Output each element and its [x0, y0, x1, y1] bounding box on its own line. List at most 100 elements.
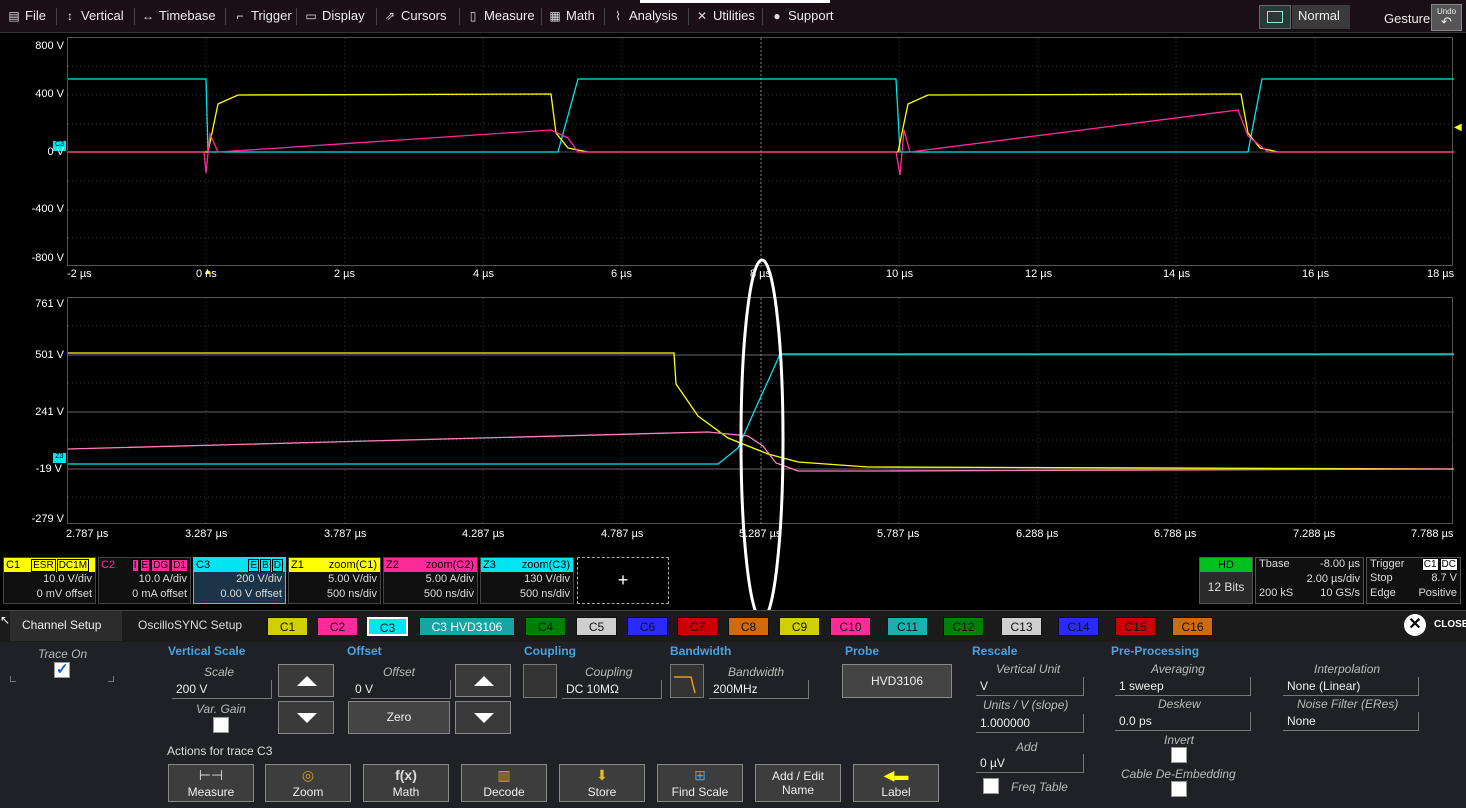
descriptor-c2[interactable]: C2 I E DG D1 10.0 A/div 0 mA offset — [98, 557, 191, 604]
descriptor-z3[interactable]: Z3 zoom(C3) 130 V/div 500 ns/div — [480, 557, 574, 604]
add-trace-button[interactable]: + — [577, 557, 669, 604]
trigger-descriptor[interactable]: Trigger C1 DC Stop 8.7 V Edge Positive — [1366, 557, 1461, 604]
top-y-label: -800 V — [31, 252, 64, 264]
main-waveform-svg — [68, 38, 1454, 267]
tab-c7[interactable]: C7 — [677, 617, 718, 636]
menu-support[interactable]: ● Support — [771, 8, 833, 23]
menu-display[interactable]: ▭ Display — [305, 8, 364, 23]
measure-action-button[interactable]: ⊢⊣ Measure — [168, 764, 254, 802]
tab-c12[interactable]: C12 — [943, 617, 984, 636]
menu-cursors[interactable]: ⇗ Cursors — [384, 8, 447, 23]
acquisition-mode-select[interactable]: Normal — [1292, 5, 1350, 29]
invert-label: Invert — [1164, 733, 1195, 747]
tab-c9[interactable]: C9 — [779, 617, 820, 636]
tab-c4[interactable]: C4 — [525, 617, 566, 636]
tab-channel-setup[interactable]: Channel Setup — [10, 611, 122, 641]
menu-vertical[interactable]: ↕ Vertical — [64, 8, 124, 23]
label-icon: ◀▬ — [883, 767, 909, 783]
gesture-label: Gesture — [1384, 11, 1431, 26]
undo-button[interactable]: Undo ↶ — [1431, 4, 1462, 31]
cable-deembedding-label: Cable De-Embedding — [1121, 767, 1236, 781]
offset-up-button[interactable] — [455, 664, 511, 697]
tab-c11[interactable]: C11 — [887, 617, 928, 636]
find-scale-icon: ⊞ — [694, 767, 706, 783]
timebase-descriptor[interactable]: Tbase -8.00 µs 2.00 µs/div 200 kS 10 GS/s — [1255, 557, 1364, 604]
label-action-button[interactable]: ◀▬ Label — [853, 764, 939, 802]
units-slope-label: Units / V (slope) — [983, 698, 1069, 712]
offset-down-button[interactable] — [455, 701, 511, 734]
averaging-field[interactable]: 1 sweep — [1115, 677, 1251, 696]
tab-oscillosync-setup[interactable]: OscilloSYNC Setup — [128, 611, 256, 641]
probe-button[interactable]: HVD3106 — [842, 664, 952, 698]
noise-filter-field[interactable]: None — [1283, 712, 1419, 731]
menu-utilities[interactable]: ✕ Utilities — [696, 8, 755, 23]
var-gain-checkbox[interactable] — [213, 717, 229, 733]
active-menu-indicator — [640, 0, 830, 3]
menu-timebase[interactable]: ↔ Timebase — [142, 8, 216, 23]
tab-c16[interactable]: C16 — [1172, 617, 1213, 636]
units-slope-field[interactable]: 1.000000 — [976, 714, 1084, 733]
descriptor-c3[interactable]: C3 EBD 200 V/div 0.00 V offset — [193, 557, 286, 604]
tab-c2[interactable]: C2 — [317, 617, 358, 636]
math-action-button[interactable]: f(x) Math — [363, 764, 449, 802]
tab-c1[interactable]: C1 — [267, 617, 308, 636]
close-label[interactable]: CLOSE — [1434, 619, 1466, 630]
scale-up-button[interactable] — [278, 664, 334, 697]
tab-c6[interactable]: C6 — [627, 617, 668, 636]
tab-c15[interactable]: C15 — [1115, 617, 1156, 636]
arrow-down-icon — [297, 713, 317, 723]
grid-layout-button[interactable] — [1259, 5, 1291, 29]
rescale-title: Rescale — [972, 644, 1018, 658]
add-edit-name-action-button[interactable]: Add / Edit Name — [755, 764, 841, 802]
offset-field[interactable]: 0 V — [351, 680, 451, 699]
zoom-x-label: 4.287 µs — [462, 528, 505, 540]
offset-title: Offset — [347, 644, 382, 658]
decode-action-button[interactable]: ▥ Decode — [461, 764, 547, 802]
add-field[interactable]: 0 µV — [976, 754, 1084, 773]
checkmark-icon: ✓ — [56, 661, 69, 678]
scale-down-button[interactable] — [278, 701, 334, 734]
cable-deembedding-checkbox[interactable] — [1171, 781, 1187, 797]
decode-icon: ▥ — [497, 767, 511, 783]
trace-on-checkbox[interactable]: ✓ — [54, 661, 70, 678]
zoom-waveform-grid[interactable] — [67, 297, 1454, 525]
tab-c3-hvd3106[interactable]: C3 HVD3106 — [419, 617, 515, 636]
zoom-y-label: 241 V — [35, 406, 64, 418]
freq-table-checkbox[interactable] — [983, 778, 999, 794]
interpolation-field[interactable]: None (Linear) — [1283, 677, 1419, 696]
tab-c13[interactable]: C13 — [1001, 617, 1042, 636]
hd-descriptor[interactable]: HD 12 Bits — [1199, 557, 1253, 604]
menu-analysis[interactable]: ⌇ Analysis — [612, 8, 677, 23]
top-x-label: 0 ns — [196, 268, 217, 280]
trigger-level-marker[interactable]: ◀ — [1454, 122, 1462, 133]
tab-c5[interactable]: C5 — [576, 617, 617, 636]
tab-c10[interactable]: C10 — [830, 617, 871, 636]
zoom-x-label: 5.287 µs — [739, 528, 782, 540]
menu-trigger[interactable]: ⌐ Trigger — [234, 8, 291, 23]
zero-button[interactable]: Zero — [348, 701, 450, 734]
trigger-icon: ⌐ — [236, 9, 244, 23]
menu-measure[interactable]: ▯ Measure — [467, 8, 535, 23]
z3-ground-marker[interactable]: Z3 — [53, 453, 66, 463]
tab-c8[interactable]: C8 — [728, 617, 769, 636]
menu-math[interactable]: ▦ Math — [549, 8, 595, 23]
descriptor-z2[interactable]: Z2 zoom(C2) 5.00 A/div 500 ns/div — [383, 557, 478, 604]
tab-c3[interactable]: C3 — [367, 617, 408, 636]
bandwidth-icon — [670, 664, 704, 698]
menu-file[interactable]: ▤ File — [8, 8, 46, 23]
main-waveform-grid[interactable] — [67, 37, 1454, 267]
close-icon[interactable]: ✕ — [1404, 614, 1426, 636]
scale-field[interactable]: 200 V — [172, 680, 272, 699]
descriptor-z1[interactable]: Z1 zoom(C1) 5.00 V/div 500 ns/div — [288, 557, 381, 604]
zoom-action-button[interactable]: ◎ Zoom — [265, 764, 351, 802]
find-scale-action-button[interactable]: ⊞ Find Scale — [657, 764, 743, 802]
coupling-field[interactable]: DC 10MΩ — [562, 680, 662, 699]
store-action-button[interactable]: ⬇ Store — [559, 764, 645, 802]
tab-c14[interactable]: C14 — [1058, 617, 1099, 636]
bandwidth-field[interactable]: 200MHz — [709, 680, 809, 699]
deskew-field[interactable]: 0.0 ps — [1115, 712, 1251, 731]
descriptor-c1[interactable]: C1 ESR DC1M 10.0 V/div 0 mV offset — [3, 557, 96, 604]
top-x-label: 12 µs — [1025, 268, 1053, 280]
invert-checkbox[interactable] — [1171, 747, 1187, 763]
vertical-unit-field[interactable]: V — [976, 677, 1084, 696]
